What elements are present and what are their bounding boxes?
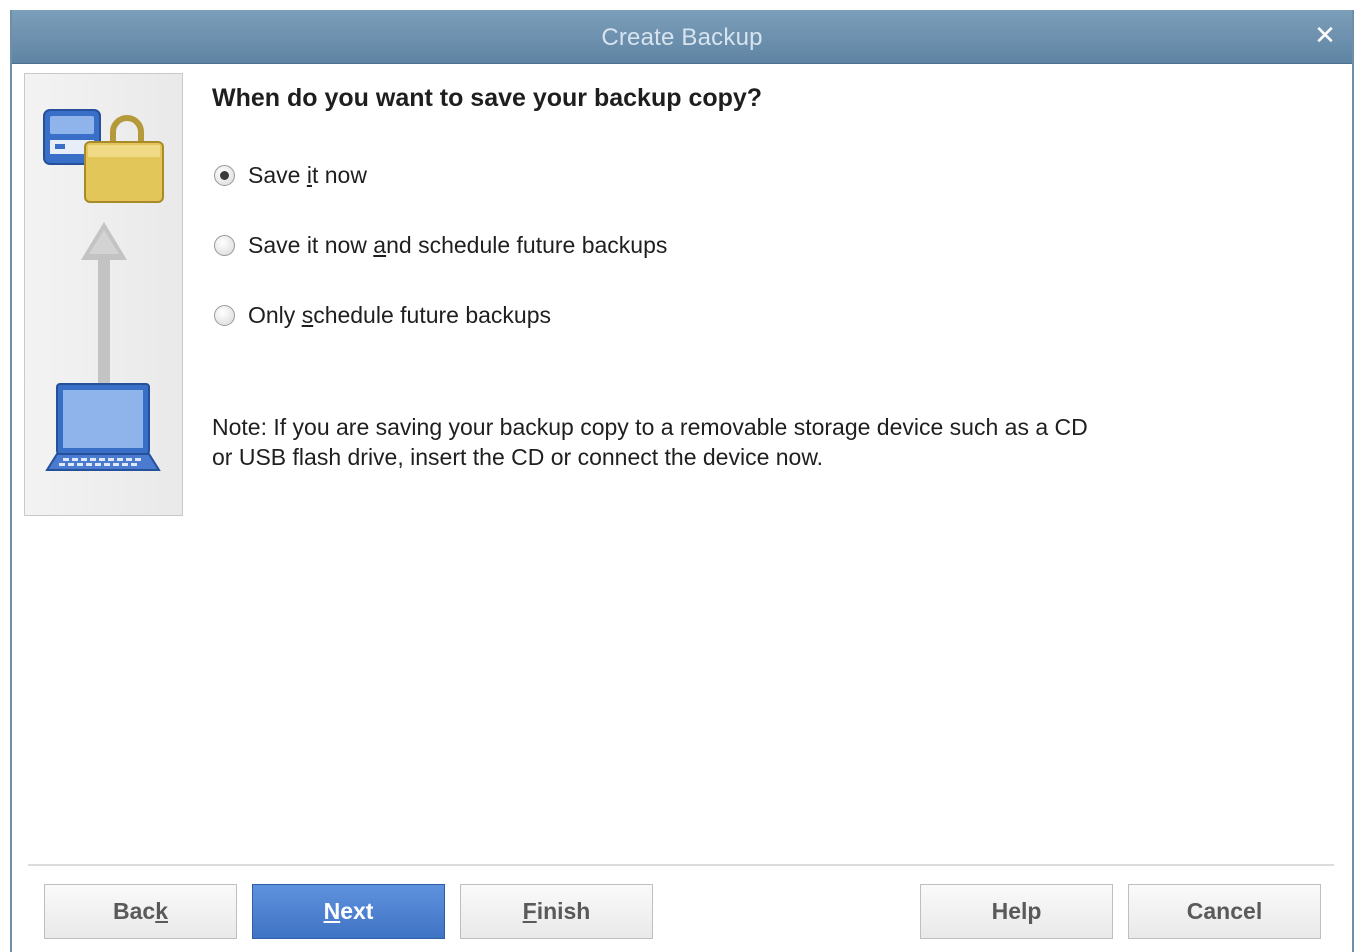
back-button[interactable]: Bac k	[44, 884, 237, 939]
question-heading: When do you want to save your backup cop…	[212, 84, 763, 112]
finish-button[interactable]: Finish	[460, 884, 653, 939]
removable-device-note: Note: If you are saving your backup copy…	[212, 412, 1152, 472]
option-save-and-schedule[interactable]: Save it now and schedule future backups	[214, 232, 667, 259]
backup-drive-lock-laptop-icon	[43, 109, 164, 471]
radio-save-and-schedule[interactable]	[214, 235, 235, 256]
title-bar[interactable]: Create Backup ✕	[12, 10, 1352, 64]
cancel-button[interactable]: Cancel	[1128, 884, 1321, 939]
radio-only-schedule[interactable]	[214, 305, 235, 326]
note-line-2: or USB flash drive, insert the CD or con…	[212, 444, 824, 470]
option-only-schedule[interactable]: Only schedule future backups	[214, 302, 551, 329]
backup-graphic-panel	[24, 73, 183, 516]
radio-save-it-now[interactable]	[214, 165, 235, 186]
help-button[interactable]: Help	[920, 884, 1113, 939]
option-save-it-now[interactable]: Save it now	[214, 162, 367, 189]
option-label: Only schedule future backups	[248, 302, 552, 328]
create-backup-dialog: Create Backup ✕ When do you want to save…	[10, 10, 1354, 952]
next-button[interactable]: Next	[252, 884, 445, 939]
footer-divider	[28, 864, 1334, 866]
window-title: Create Backup	[601, 24, 763, 51]
option-label: Save it now	[248, 162, 367, 188]
close-icon[interactable]: ✕	[1312, 22, 1338, 48]
option-label: Save it now and schedule future backups	[248, 232, 668, 258]
note-line-1: Note: If you are saving your backup copy…	[212, 414, 1088, 440]
